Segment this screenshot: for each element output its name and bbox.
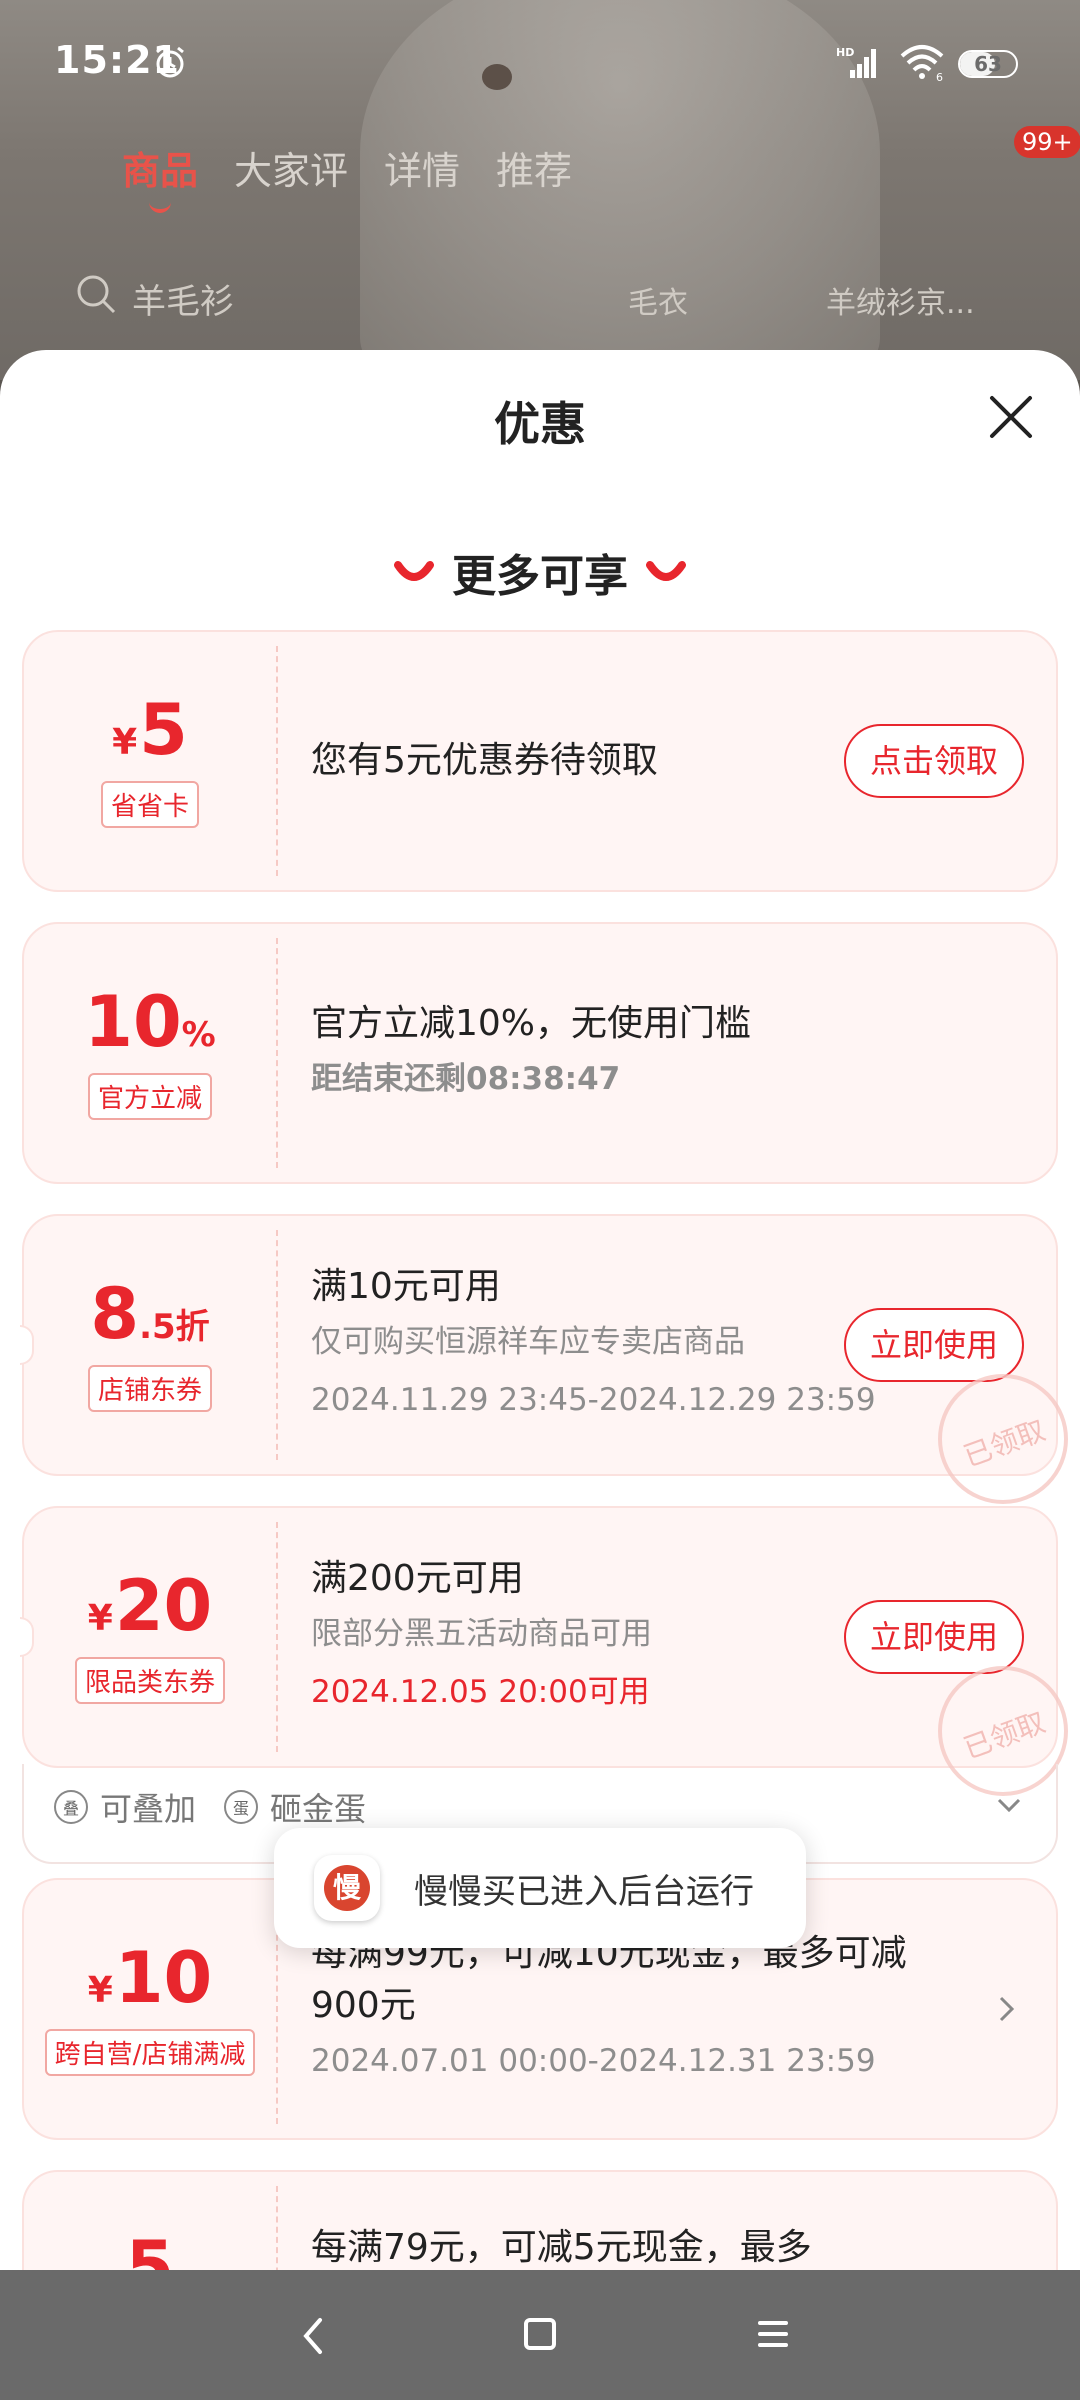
battery-level: 63: [974, 52, 1002, 76]
use-now-button[interactable]: 立即使用: [843, 1308, 1024, 1382]
use-now-button[interactable]: 立即使用: [843, 1600, 1024, 1674]
search-bar[interactable]: 羊毛衫 毛衣 羊绒衫京...: [0, 262, 1080, 332]
coupon-card: 8 .5折 店铺东券 满10元可用 仅可购买恒源祥车应专卖店商品 2024.11…: [20, 1214, 1068, 1504]
coupon-amount: 10: [114, 1936, 213, 2019]
dashed-divider: [276, 646, 278, 876]
discount-sheet: 优惠 更多可享 ¥ 5 省省卡 您有5元优惠券待领取 点击领取 10 % 官方立…: [0, 350, 1080, 2270]
recent-apps-icon[interactable]: [758, 2320, 788, 2348]
tab-details[interactable]: 详情: [384, 140, 460, 195]
battery-icon: 63: [958, 50, 1018, 78]
coupon-tag: 官方立减: [87, 1072, 212, 1120]
background-run-toast: 慢 慢慢买已进入后台运行: [274, 1828, 806, 1948]
coupon-value: ¥ 10 跨自营/店铺满减: [24, 1880, 276, 2138]
system-navigation-bar: [0, 2270, 1080, 2400]
tab-product[interactable]: 商品: [122, 140, 198, 213]
smile-decoration-icon: [646, 561, 686, 581]
coupon-card[interactable]: 5 每满79元，可减5元现金，最多: [22, 2170, 1058, 2270]
toast-message: 慢慢买已进入后台运行: [414, 1871, 754, 1912]
section-title: 更多可享: [0, 540, 1080, 604]
coupon-tag: 店铺东券: [87, 1364, 212, 1412]
app-glyph: 慢: [324, 1865, 370, 1911]
golden-egg-icon: 蛋: [224, 1790, 258, 1824]
tab-recommend[interactable]: 推荐: [496, 140, 572, 195]
currency-symbol: ¥: [87, 1969, 113, 2011]
coupon-tag: 跨自营/店铺满减: [44, 2028, 256, 2076]
signal-icon: HD: [836, 46, 876, 78]
dashed-divider: [276, 1230, 278, 1460]
golden-egg-feature: 蛋 砸金蛋: [224, 1784, 366, 1830]
coupon-title: 官方立减10%，无使用门槛: [311, 1003, 752, 1044]
back-icon[interactable]: [298, 2316, 328, 2356]
coupon-title: 每满79元，可减5元现金，最多: [311, 2227, 812, 2268]
coupon-value: 8 .5折 店铺东券: [24, 1216, 276, 1474]
search-icon: [77, 275, 116, 314]
app-icon: 慢: [314, 1855, 380, 1921]
wifi-label: 6: [936, 71, 943, 82]
wifi-icon: 6: [900, 45, 944, 82]
chevron-down-icon[interactable]: [996, 1796, 1022, 1814]
section-label: 更多可享: [452, 551, 628, 602]
coupon-value: 5: [24, 2172, 276, 2270]
feature-label: 可叠加: [100, 1790, 197, 1828]
alarm-icon: [156, 46, 184, 78]
search-suggestion[interactable]: 羊绒衫京...: [826, 278, 975, 322]
coupon-validity: 2024.07.01 00:00-2024.12.31 23:59: [311, 2043, 876, 2079]
close-icon[interactable]: [984, 390, 1038, 444]
coupon-amount: 8: [90, 1272, 140, 1355]
signal-label: HD: [836, 46, 854, 59]
product-tabs: 商品 大家评 详情 推荐: [122, 140, 572, 213]
chevron-right-icon[interactable]: [998, 1995, 1016, 2023]
coupon-card: ¥ 5 省省卡 您有5元优惠券待领取 点击领取: [22, 630, 1058, 892]
coupon-amount: 10: [84, 980, 182, 1063]
stackable-feature: 叠 可叠加: [54, 1784, 196, 1830]
coupon-info: 官方立减10%，无使用门槛 距结束还剩08:38:47: [311, 924, 1016, 1182]
dashed-divider: [276, 1522, 278, 1752]
coupon-card: 10 % 官方立减 官方立减10%，无使用门槛 距结束还剩08:38:47: [22, 922, 1058, 1184]
smile-decoration-icon: [394, 561, 434, 581]
coupon-value: 10 % 官方立减: [24, 924, 276, 1182]
countdown-text: 距结束还剩08:38:47: [311, 1061, 621, 1097]
dashed-divider: [276, 2186, 278, 2270]
coupon-amount: 20: [114, 1564, 213, 1647]
coupon-title: 满200元可用: [311, 1558, 524, 1599]
claimed-stamp: 已领取: [938, 1374, 1068, 1504]
feature-label: 砸金蛋: [270, 1790, 367, 1828]
currency-symbol: ¥: [87, 1597, 113, 1639]
currency-symbol: ¥: [112, 721, 138, 763]
coupon-tag: 限品类东券: [74, 1656, 225, 1704]
coupon-card: ¥ 20 限品类东券 满200元可用 限部分黑五活动商品可用 2024.12.0…: [20, 1506, 1068, 1796]
coupon-amount: 5: [139, 688, 188, 771]
status-bar: 15:21 HD 6 63: [0, 0, 1080, 120]
coupon-value: ¥ 5 省省卡: [24, 632, 276, 890]
coupon-tag: 省省卡: [100, 780, 199, 828]
search-suggestion[interactable]: 毛衣: [628, 278, 688, 322]
claim-button[interactable]: 点击领取: [843, 724, 1024, 798]
sheet-title: 优惠: [494, 397, 586, 451]
stamp-text: 已领取: [959, 1705, 1050, 1766]
home-icon[interactable]: [524, 2318, 556, 2350]
coupon-unit: .5折: [139, 1306, 210, 1347]
cart-count-badge: 99+: [1014, 126, 1080, 158]
stamp-text: 已领取: [959, 1413, 1050, 1474]
coupon-unit: %: [181, 1014, 216, 1055]
coupon-info: 每满79元，可减5元现金，最多: [311, 2172, 1016, 2270]
search-query[interactable]: 羊毛衫: [132, 274, 234, 323]
coupon-amount: 5: [125, 2226, 175, 2270]
tab-reviews[interactable]: 大家评: [234, 140, 348, 195]
coupon-title: 满10元可用: [311, 1266, 501, 1307]
stack-icon: 叠: [54, 1790, 88, 1824]
coupon-value: ¥ 20 限品类东券: [24, 1508, 276, 1766]
dashed-divider: [276, 938, 278, 1168]
